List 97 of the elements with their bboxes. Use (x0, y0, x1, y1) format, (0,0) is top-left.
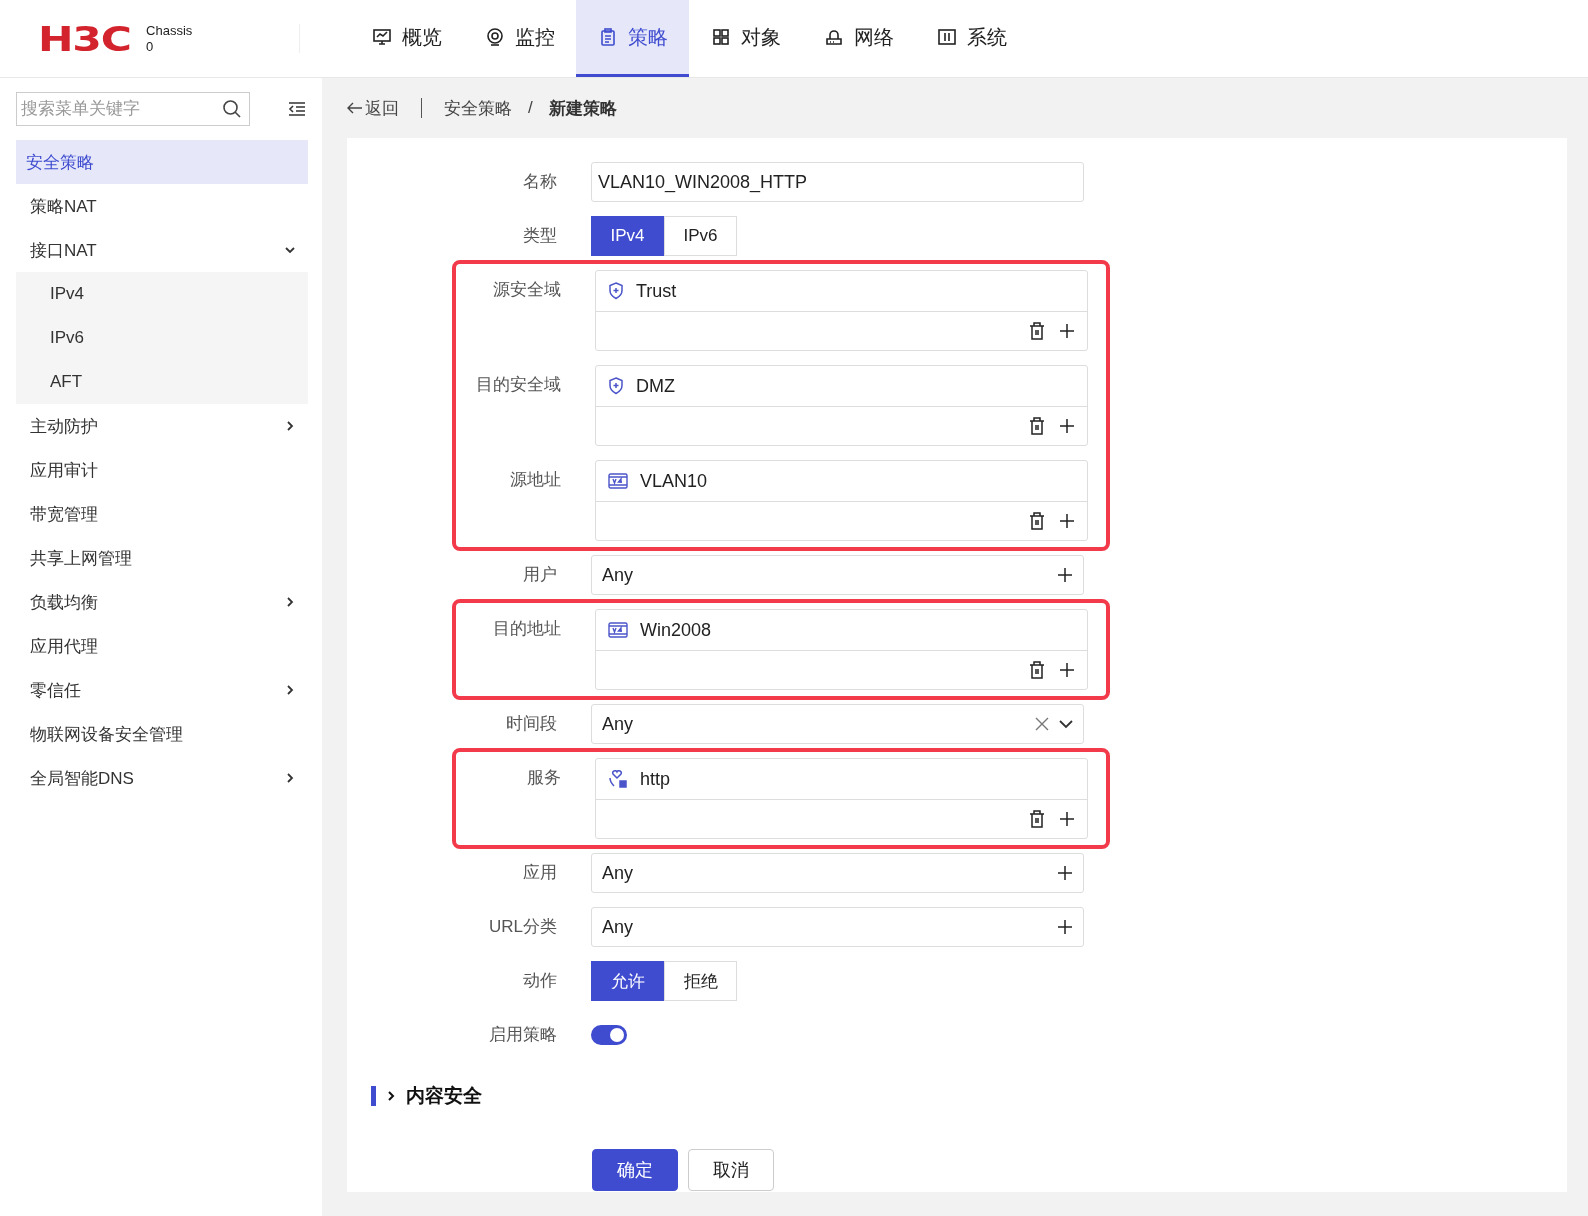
trash-icon[interactable] (1029, 417, 1045, 435)
plus-icon[interactable] (1059, 323, 1075, 339)
trash-icon[interactable] (1029, 322, 1045, 340)
menu-item[interactable]: 接口NAT (16, 228, 308, 272)
nav-tab[interactable]: 网络 (802, 0, 915, 77)
section-title[interactable]: 内容安全 (406, 1083, 482, 1109)
menu-item[interactable]: 物联网设备安全管理 (16, 712, 308, 756)
field-label: 时间段 (505, 713, 558, 735)
nav-tab[interactable]: 对象 (689, 0, 802, 77)
submenu-item[interactable]: IPv6 (16, 316, 308, 360)
multi-select-field[interactable]: Win2008 (595, 609, 1088, 690)
menu-item[interactable]: 全局智能DNS (16, 756, 308, 800)
multi-select-field[interactable]: http (595, 758, 1088, 839)
field-label: 目的安全域 (475, 374, 562, 396)
field-label: 动作 (522, 970, 558, 992)
segment-option[interactable]: IPv4 (591, 216, 664, 256)
section-marker (371, 1086, 376, 1106)
dropdown-field[interactable]: Any (591, 704, 1084, 744)
plus-icon[interactable] (1059, 513, 1075, 529)
select-field[interactable]: Any (591, 853, 1084, 893)
field-label: 源地址 (509, 469, 562, 491)
field-label: 服务 (526, 767, 562, 789)
breadcrumb-item: 新建策略 (548, 97, 617, 120)
name-input[interactable]: VLAN10_WIN2008_HTTP (591, 162, 1084, 202)
submenu-item[interactable]: IPv4 (16, 272, 308, 316)
primary-button[interactable]: 确定 (592, 1149, 678, 1191)
search-icon (222, 99, 242, 119)
field-label: 类型 (522, 225, 558, 247)
menu-item[interactable]: 共享上网管理 (16, 536, 308, 580)
menu-item[interactable]: 零信任 (16, 668, 308, 712)
selected-item: Win2008 (640, 619, 712, 641)
field-label: 名称 (522, 171, 558, 193)
nav-tab[interactable]: 监控 (463, 0, 576, 77)
address-v4-icon (608, 622, 628, 638)
sliders-icon (936, 27, 957, 47)
clear-icon[interactable] (1035, 717, 1049, 731)
plus-icon[interactable] (1057, 567, 1073, 583)
field-value: Any (602, 862, 634, 884)
search-field[interactable]: 搜索菜单关键字 (16, 92, 250, 126)
field-label: 启用策略 (488, 1024, 558, 1046)
nav-tab[interactable]: 策略 (576, 0, 689, 77)
shield-icon (608, 377, 624, 395)
plus-icon[interactable] (1059, 811, 1075, 827)
plus-icon[interactable] (1059, 418, 1075, 434)
logo: H3C (38, 18, 131, 59)
heart-hand-icon (608, 770, 628, 788)
address-v4-icon (608, 473, 628, 489)
device-id: 0 (146, 38, 155, 55)
multi-select-field[interactable]: VLAN10 (595, 460, 1088, 541)
field-label: 用户 (522, 564, 558, 586)
field-label: 应用 (522, 862, 558, 884)
selected-item: Trust (636, 280, 677, 302)
multi-select-field[interactable]: DMZ (595, 365, 1088, 446)
field-value: Any (602, 916, 634, 938)
select-field[interactable]: Any (591, 555, 1084, 595)
menu-item[interactable]: 策略NAT (16, 184, 308, 228)
nav-tab[interactable]: 概览 (350, 0, 463, 77)
menu-item[interactable]: 应用审计 (16, 448, 308, 492)
plus-icon[interactable] (1057, 919, 1073, 935)
field-label: URL分类 (488, 916, 558, 938)
monitor-icon (371, 27, 392, 47)
trash-icon[interactable] (1029, 512, 1045, 530)
segment-option[interactable]: 拒绝 (664, 961, 737, 1001)
field-value: Any (602, 713, 634, 735)
breadcrumb-separator: / (528, 98, 533, 118)
device-label: Chassis (146, 22, 193, 39)
grid-icon (710, 27, 731, 47)
plus-icon[interactable] (1059, 662, 1075, 678)
chevron-icon[interactable] (386, 1090, 396, 1102)
trash-icon[interactable] (1029, 661, 1045, 679)
arrow-left-icon (347, 102, 363, 114)
selected-item: VLAN10 (640, 470, 708, 492)
field-label: 源安全域 (492, 279, 562, 301)
toggle-switch[interactable] (591, 1025, 627, 1045)
menu-item[interactable]: 负载均衡 (16, 580, 308, 624)
selected-item: DMZ (636, 375, 675, 397)
field-value: Any (602, 564, 634, 586)
collapse-menu-icon[interactable] (288, 101, 306, 117)
segment-option[interactable]: IPv6 (664, 216, 737, 256)
segment-option[interactable]: 允许 (591, 961, 664, 1001)
multi-select-field[interactable]: Trust (595, 270, 1088, 351)
menu-item[interactable]: 主动防护 (16, 404, 308, 448)
menu-item[interactable]: 带宽管理 (16, 492, 308, 536)
field-label: 目的地址 (492, 618, 562, 640)
breadcrumb-item[interactable]: 安全策略 (444, 96, 512, 120)
submenu-item[interactable]: AFT (16, 360, 308, 404)
menu-item[interactable]: 应用代理 (16, 624, 308, 668)
menu-item[interactable]: 安全策略 (16, 140, 308, 184)
selected-item: http (640, 768, 671, 790)
select-field[interactable]: Any (591, 907, 1084, 947)
nav-tab[interactable]: 系统 (915, 0, 1028, 77)
chevron-down-icon[interactable] (1059, 719, 1073, 729)
plus-icon[interactable] (1057, 865, 1073, 881)
shield-icon (608, 282, 624, 300)
trash-icon[interactable] (1029, 810, 1045, 828)
secondary-button[interactable]: 取消 (688, 1149, 774, 1191)
back-link[interactable]: 返回 (347, 96, 399, 120)
